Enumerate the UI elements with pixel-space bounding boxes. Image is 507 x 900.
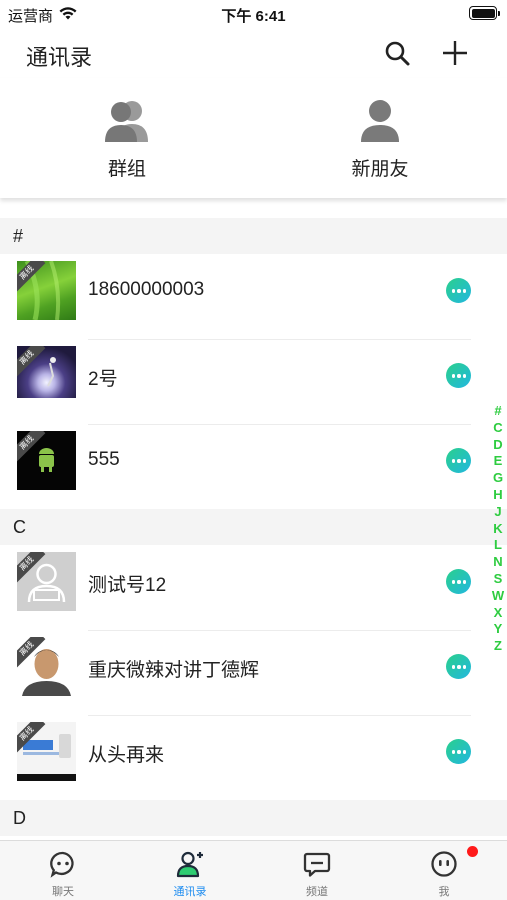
group-icon [102,98,152,144]
tab-me[interactable]: 我 [381,841,507,900]
status-bar: 运营商 下午 6:41 [0,0,507,28]
index-letter[interactable]: X [489,605,507,622]
contacts-icon [176,851,203,878]
index-letter[interactable]: Z [489,638,507,655]
contact-name: 从头再来 [88,745,165,766]
chat-bubble-icon[interactable] [446,569,471,594]
tab-label-chat: 聊天 [52,886,74,898]
chat-bubble-icon[interactable] [446,278,471,303]
contact-row[interactable]: 离线 2号 [0,339,507,424]
index-letter[interactable]: N [489,554,507,571]
chat-icon [50,851,74,878]
index-letter[interactable]: J [489,504,507,521]
new-friend-entry[interactable]: 新朋友 [310,98,450,181]
add-icon[interactable] [440,38,470,68]
group-entry[interactable]: 群组 [57,98,197,181]
chat-bubble-icon[interactable] [446,448,471,473]
group-label: 群组 [107,159,146,180]
section-header-d: D [0,800,507,836]
index-letter[interactable]: E [489,453,507,470]
index-letter[interactable]: L [489,537,507,554]
contact-row[interactable]: 离线 测试号12 [0,545,507,630]
index-letter[interactable]: G [489,470,507,487]
avatar: 离线 [17,722,76,781]
channel-icon [303,852,331,877]
index-letter[interactable]: Y [489,621,507,638]
alphabet-index[interactable]: # C D E G H J K L N S W X Y Z [489,403,507,655]
tab-contacts[interactable]: 通讯录 [127,841,253,900]
avatar: 离线 [17,552,76,611]
index-letter[interactable]: D [489,437,507,454]
tab-chat[interactable]: 聊天 [0,841,126,900]
section-header-hash: # [0,218,507,254]
contact-name: 18600000003 [88,279,205,300]
me-icon [431,851,457,877]
index-letter[interactable]: # [489,403,507,420]
index-letter[interactable]: S [489,571,507,588]
search-icon[interactable] [382,38,412,68]
chat-bubble-icon[interactable] [446,739,471,764]
index-letter[interactable]: H [489,487,507,504]
contact-row[interactable]: 离线 从头再来 [0,715,507,800]
tab-label-channel: 频道 [306,886,328,898]
index-letter[interactable]: K [489,521,507,538]
contact-list[interactable]: # 离线 18600000003 离线 2号 离线 555 C 离线 测试号12… [0,218,507,840]
index-letter[interactable]: W [489,588,507,605]
avatar: 离线 [17,637,76,696]
tab-label-contacts: 通讯录 [173,886,207,898]
avatar: 离线 [17,346,76,405]
tab-bar: 聊天 通讯录 频道 我 [0,840,507,900]
index-letter[interactable]: C [489,420,507,437]
quick-entries: 群组 新朋友 [0,78,507,198]
tab-channel[interactable]: 频道 [254,841,380,900]
nav-header: 通讯录 [0,28,507,78]
avatar: 离线 [17,261,76,320]
page-title: 通讯录 [26,45,93,70]
tab-label-me: 我 [438,886,450,898]
contact-name: 555 [88,449,120,470]
battery-icon [469,6,500,20]
contact-row[interactable]: 离线 重庆微辣对讲丁德辉 [0,630,507,715]
status-time: 下午 6:41 [221,8,286,25]
section-header-c: C [0,509,507,545]
contact-name: 重庆微辣对讲丁德辉 [88,660,260,681]
contact-row[interactable]: 离线 18600000003 [0,254,507,339]
avatar: 离线 [17,431,76,490]
person-icon [355,98,405,144]
new-friend-label: 新朋友 [351,159,409,180]
chat-bubble-icon[interactable] [446,363,471,388]
chat-bubble-icon[interactable] [446,654,471,679]
contact-row[interactable]: 离线 555 [0,424,507,509]
notification-dot [467,846,478,857]
contact-name: 2号 [88,369,118,390]
contact-name: 测试号12 [88,575,167,596]
